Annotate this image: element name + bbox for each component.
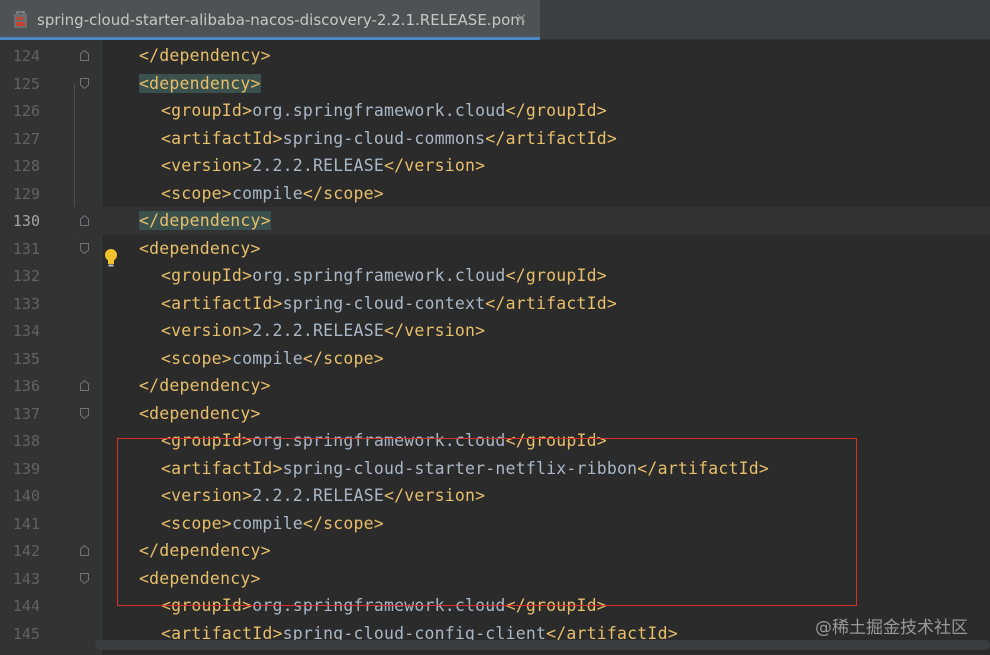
code-text: <version>2.2.2.RELEASE</version> <box>161 156 485 175</box>
xml-tag: </scope> <box>302 348 384 368</box>
xml-tag: <groupId> <box>161 101 253 120</box>
fold-marker-icon[interactable] <box>80 77 89 89</box>
xml-tag: <version> <box>161 321 253 340</box>
xml-tag: <scope> <box>161 348 232 368</box>
xml-tag: </artifactId> <box>485 293 618 313</box>
annotation-highlight-box <box>117 438 857 606</box>
line-number: 144 <box>12 597 40 615</box>
fold-marker-icon[interactable] <box>80 407 89 419</box>
xml-value: 2.2.2.RELEASE <box>252 156 384 175</box>
fold-marker-icon[interactable] <box>80 572 89 584</box>
xml-tag: <dependency> <box>139 73 261 93</box>
editor-tab-bar: spring-cloud-starter-alibaba-nacos-disco… <box>0 0 990 40</box>
xml-value: spring-cloud-commons <box>282 128 486 148</box>
line-number: 125 <box>12 74 40 93</box>
line-number: 140 <box>12 487 40 505</box>
code-text: </dependency> <box>139 376 271 395</box>
code-line[interactable]: 131 <dependency> <box>0 235 990 263</box>
xml-value: org.springframework.cloud <box>252 101 506 120</box>
xml-tag: </dependency> <box>139 211 271 230</box>
code-line[interactable]: 136 </dependency> <box>0 372 990 400</box>
code-line[interactable]: 137 <dependency> <box>0 400 990 428</box>
code-line[interactable]: 124 </dependency> <box>0 42 990 70</box>
fold-marker-icon[interactable] <box>80 545 89 556</box>
xml-value: org.springframework.cloud <box>252 266 506 285</box>
intention-bulb-icon[interactable] <box>104 248 118 268</box>
xml-tag: </artifactId> <box>485 128 618 148</box>
maven-pom-file-icon <box>14 11 27 28</box>
xml-tag: <groupId> <box>161 266 253 285</box>
line-number: 130 <box>12 212 40 230</box>
code-text: <artifactId>spring-cloud-context</artifa… <box>161 294 617 313</box>
code-text: <dependency> <box>139 73 261 93</box>
line-number: 133 <box>12 294 40 313</box>
xml-value: spring-cloud-context <box>282 293 486 313</box>
xml-tag: <version> <box>161 156 253 175</box>
xml-tag: <dependency> <box>139 403 261 423</box>
code-line[interactable]: 126 <groupId>org.springframework.cloud</g… <box>0 97 990 125</box>
code-text: </dependency> <box>139 46 271 65</box>
line-number: 132 <box>12 267 40 285</box>
line-number: 136 <box>12 377 40 395</box>
xml-tag: </dependency> <box>139 46 271 65</box>
code-line[interactable]: 132 <groupId>org.springframework.cloud</g… <box>0 262 990 290</box>
code-text: <groupId>org.springframework.cloud</grou… <box>161 266 607 285</box>
line-number: 135 <box>12 349 40 368</box>
code-text: <dependency> <box>139 239 261 258</box>
line-number: 141 <box>12 514 40 533</box>
code-text: <scope>compile</scope> <box>161 349 384 368</box>
code-editor[interactable]: 124 </dependency> 125 <dependency> 126 <group… <box>0 40 990 655</box>
code-line[interactable]: 125 <dependency> <box>0 70 990 98</box>
xml-tag: </version> <box>383 156 486 175</box>
code-text: <scope>compile</scope> <box>161 184 384 203</box>
code-text: <artifactId>spring-cloud-commons</artifa… <box>161 129 617 148</box>
xml-tag: <artifactId> <box>161 128 283 148</box>
fold-marker-icon[interactable] <box>80 215 89 226</box>
code-line[interactable]: 129 <scope>compile</scope> <box>0 180 990 208</box>
line-number: 126 <box>12 102 40 120</box>
line-number: 143 <box>12 569 40 588</box>
xml-value: compile <box>231 348 303 368</box>
line-number: 124 <box>12 47 40 65</box>
line-number: 129 <box>12 184 40 203</box>
line-number: 128 <box>12 157 40 175</box>
xml-tag: </dependency> <box>139 376 271 395</box>
xml-tag: </scope> <box>302 183 384 203</box>
code-line[interactable]: 135 <scope>compile</scope> <box>0 345 990 373</box>
code-text: <groupId>org.springframework.cloud</grou… <box>161 101 607 120</box>
code-line[interactable]: 127 <artifactId>spring-cloud-commons</art… <box>0 125 990 153</box>
line-number: 137 <box>12 404 40 423</box>
line-number: 145 <box>12 624 40 643</box>
fold-marker-icon[interactable] <box>80 380 89 391</box>
xml-tag: <dependency> <box>139 238 261 258</box>
close-tab-icon[interactable]: × <box>515 9 528 27</box>
fold-marker-icon[interactable] <box>80 50 89 61</box>
line-number: 134 <box>12 322 40 340</box>
xml-value: compile <box>231 183 303 203</box>
line-number: 142 <box>12 542 40 560</box>
xml-tag: <scope> <box>161 183 232 203</box>
code-line[interactable]: 128 <version>2.2.2.RELEASE</version> <box>0 152 990 180</box>
xml-tag: </groupId> <box>505 266 607 285</box>
xml-tag: </groupId> <box>505 101 607 120</box>
horizontal-scrollbar[interactable] <box>95 640 990 650</box>
file-tab[interactable]: spring-cloud-starter-alibaba-nacos-disco… <box>0 0 540 40</box>
tab-title: spring-cloud-starter-alibaba-nacos-disco… <box>37 11 525 29</box>
xml-value: 2.2.2.RELEASE <box>252 321 384 340</box>
line-number: 127 <box>12 129 40 148</box>
line-number: 139 <box>12 459 40 478</box>
code-text: <version>2.2.2.RELEASE</version> <box>161 321 485 340</box>
code-text: </dependency> <box>139 211 271 230</box>
code-text: <dependency> <box>139 404 261 423</box>
xml-tag: <artifactId> <box>161 293 283 313</box>
line-number: 131 <box>12 239 40 258</box>
fold-marker-icon[interactable] <box>80 242 89 254</box>
line-number: 138 <box>12 432 40 450</box>
xml-tag: </version> <box>383 321 486 340</box>
code-line[interactable]: 134 <version>2.2.2.RELEASE</version> <box>0 317 990 345</box>
code-line[interactable]: 133 <artifactId>spring-cloud-context</art… <box>0 290 990 318</box>
code-line[interactable]: 130 </dependency> <box>0 207 990 235</box>
watermark: @稀土掘金技术社区 <box>815 618 968 638</box>
